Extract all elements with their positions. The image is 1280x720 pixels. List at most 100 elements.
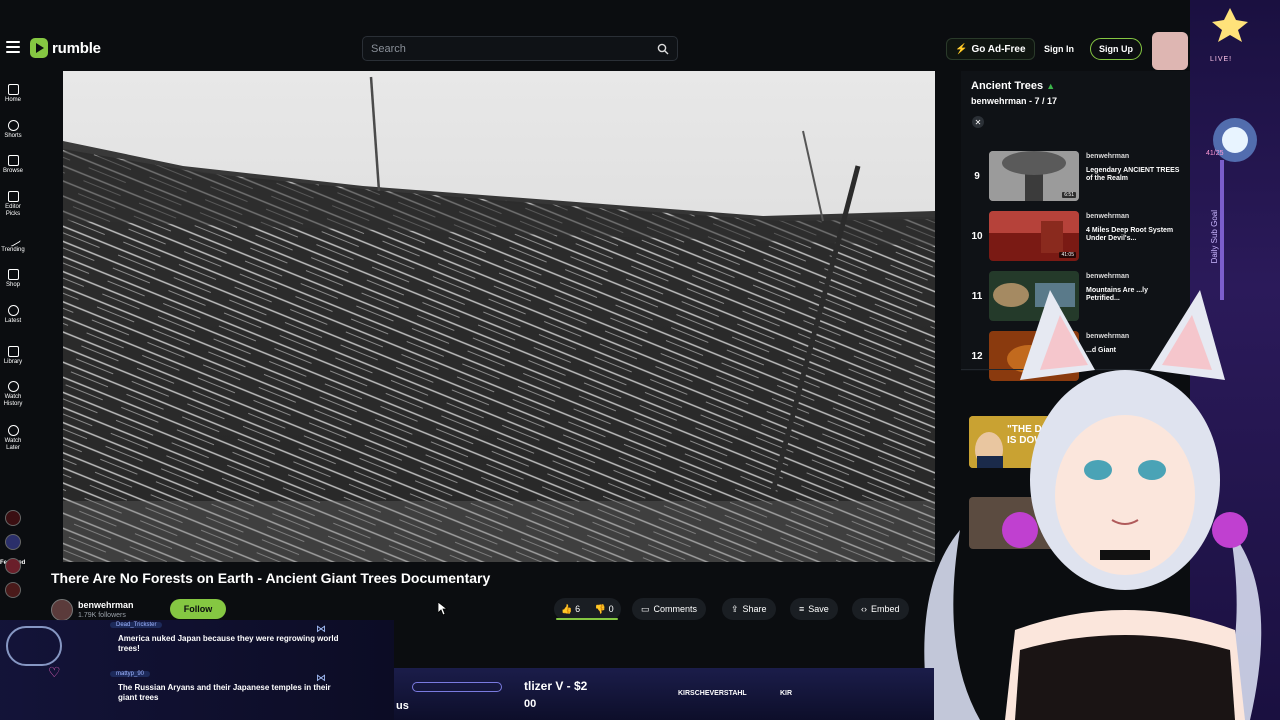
video-player[interactable] <box>63 71 935 562</box>
sidebar-item-label: Latest <box>4 318 22 324</box>
rumble-logo[interactable]: rumble <box>30 38 101 58</box>
share-button[interactable]: ⇪ Share <box>722 598 776 620</box>
social-handle: KIRSCHEVERSTAHL <box>678 690 747 697</box>
chat-username: mattyp_90 <box>110 671 151 677</box>
rumble-play-icon <box>30 38 48 58</box>
featured-channel-avatar[interactable] <box>5 582 21 598</box>
stream-chat-overlay: Dead_Trickster America nuked Japan becau… <box>0 620 394 720</box>
close-icon[interactable]: ✕ <box>972 116 984 128</box>
share-label: Share <box>742 604 767 614</box>
like-button[interactable]: 👍 6 <box>561 604 580 615</box>
playlist-title: Ancient Trees ▲ <box>971 80 1055 92</box>
featured-channel-avatar[interactable] <box>5 534 21 550</box>
ticker-small: 00 <box>524 698 537 710</box>
video-frame-fallen-forest <box>63 71 935 562</box>
heart-icon: ♡ <box>48 664 61 680</box>
share-icon: ⇪ <box>731 603 739 614</box>
menu-icon[interactable] <box>6 41 20 53</box>
sidebar-item-home[interactable]: Home <box>0 84 26 104</box>
cat-mascot-icon <box>6 626 62 666</box>
home-icon <box>7 84 19 95</box>
bow-icon: ⋈ <box>316 673 326 684</box>
sidebar-item-label: Trending <box>1 247 25 253</box>
dislike-button[interactable]: 👎 0 <box>595 604 614 615</box>
sidebar-item-shop[interactable]: Shop <box>0 269 26 289</box>
vote-ratio-bar <box>556 618 618 620</box>
go-ad-free-label: Go Ad-Free <box>971 43 1026 55</box>
playlist-item[interactable]: 9 6:51 benwehrman Legendary ANCIENT TREE… <box>961 147 1190 205</box>
save-icon: ≡ <box>799 604 805 614</box>
sidebar-item-watch-history[interactable]: Watch History <box>0 381 26 408</box>
sidebar-item-label: Shorts <box>4 133 22 139</box>
social-handle: KIR <box>780 690 793 697</box>
editor-picks-icon <box>7 191 19 202</box>
comments-button[interactable]: ▭ Comments <box>632 598 707 620</box>
sidebar-item-trending[interactable]: Trending <box>0 231 26 254</box>
playlist-item-title: Legendary ANCIENT TREES of the Realm <box>1086 167 1180 182</box>
sidebar-item-browse[interactable]: Browse <box>0 155 26 175</box>
ticker-text: tlizer V - $2 <box>524 679 588 693</box>
follow-button[interactable]: Follow <box>170 599 226 619</box>
go-ad-free-button[interactable]: ⚡ Go Ad-Free <box>946 38 1035 60</box>
logo-text: rumble <box>52 39 101 57</box>
playlist-title-text: Ancient Trees <box>971 80 1044 92</box>
playlist-item-number: 9 <box>974 171 980 182</box>
comments-label: Comments <box>653 604 698 614</box>
sidebar-item-watch-later[interactable]: Watch Later <box>0 425 26 452</box>
playlist-item-duration: 6:51 <box>1062 192 1076 198</box>
search-icon[interactable] <box>657 43 669 55</box>
sidebar-item-label: Watch History <box>3 394 23 407</box>
embed-label: Embed <box>871 604 900 614</box>
sub-goal-count: 41/25 <box>1206 150 1224 157</box>
channel-avatar[interactable] <box>51 599 73 621</box>
save-label: Save <box>808 604 829 614</box>
sidebar-item-label: Library <box>3 359 23 365</box>
search-box[interactable] <box>362 36 678 61</box>
sidebar-item-library[interactable]: Library <box>0 346 26 366</box>
chat-username: Dead_Trickster <box>110 622 163 628</box>
video-title: There Are No Forests on Earth - Ancient … <box>51 570 491 586</box>
sidebar-item-editor-picks[interactable]: Editor Picks <box>0 191 26 218</box>
thumbs-down-icon: 👎 <box>594 603 607 614</box>
playlist-owner: benwehrman <box>971 96 1027 106</box>
featured-channel-avatar[interactable] <box>5 558 21 574</box>
history-icon <box>7 381 19 392</box>
playlist-position: - 7 / 17 <box>1029 96 1058 106</box>
stream-capture: rumble ⚡ Go Ad-Free Sign In Sign Up Home… <box>0 0 1280 720</box>
playlist-item-channel: benwehrman <box>1086 153 1130 160</box>
trending-icon <box>5 231 21 248</box>
library-icon <box>7 346 19 357</box>
comment-icon: ▭ <box>641 603 650 614</box>
bow-icon: ⋈ <box>316 624 326 635</box>
stream-ticker: tlizer V - $2 00 us KIRSCHEVERSTAHL KIR <box>394 668 934 720</box>
sidebar-item-label: Home <box>4 97 21 103</box>
playlist-item-thumbnail: 6:51 <box>989 151 1079 201</box>
chat-message: The Russian Aryans and their Japanese te… <box>118 683 331 702</box>
top-header: rumble ⚡ Go Ad-Free Sign In Sign Up <box>0 0 1190 70</box>
channel-name[interactable]: benwehrman <box>78 600 134 610</box>
search-input[interactable] <box>371 41 641 57</box>
live-badge: LIVE! <box>1210 56 1233 63</box>
vote-control: 👍 6 👎 0 <box>554 598 621 620</box>
sidebar-item-label: Editor Picks <box>5 204 21 217</box>
like-count: 6 <box>575 603 581 614</box>
sidebar-item-latest[interactable]: Latest <box>0 305 26 325</box>
mouse-cursor-icon <box>438 602 448 616</box>
shorts-icon <box>7 120 19 131</box>
sidebar-item-label: Shop <box>5 282 20 288</box>
tree-icon: ▲ <box>1046 81 1056 91</box>
sign-in-button[interactable]: Sign In <box>1038 38 1080 60</box>
embed-icon: ‹› <box>861 604 867 614</box>
shop-icon <box>7 269 19 280</box>
featured-channel-avatar[interactable] <box>5 510 21 526</box>
dislike-count: 0 <box>608 603 614 614</box>
browse-icon <box>7 155 19 166</box>
sidebar-item-shorts[interactable]: Shorts <box>0 120 26 140</box>
vtuber-avatar <box>924 290 1262 720</box>
playlist-item-channel: benwehrman <box>1086 213 1130 220</box>
sidebar-item-label: Watch Later <box>4 438 22 451</box>
follower-count: 1.79K followers <box>78 612 126 619</box>
save-button[interactable]: ≡ Save <box>790 598 838 620</box>
bolt-icon: ⚡ <box>955 43 968 55</box>
sign-up-button[interactable]: Sign Up <box>1090 38 1142 60</box>
